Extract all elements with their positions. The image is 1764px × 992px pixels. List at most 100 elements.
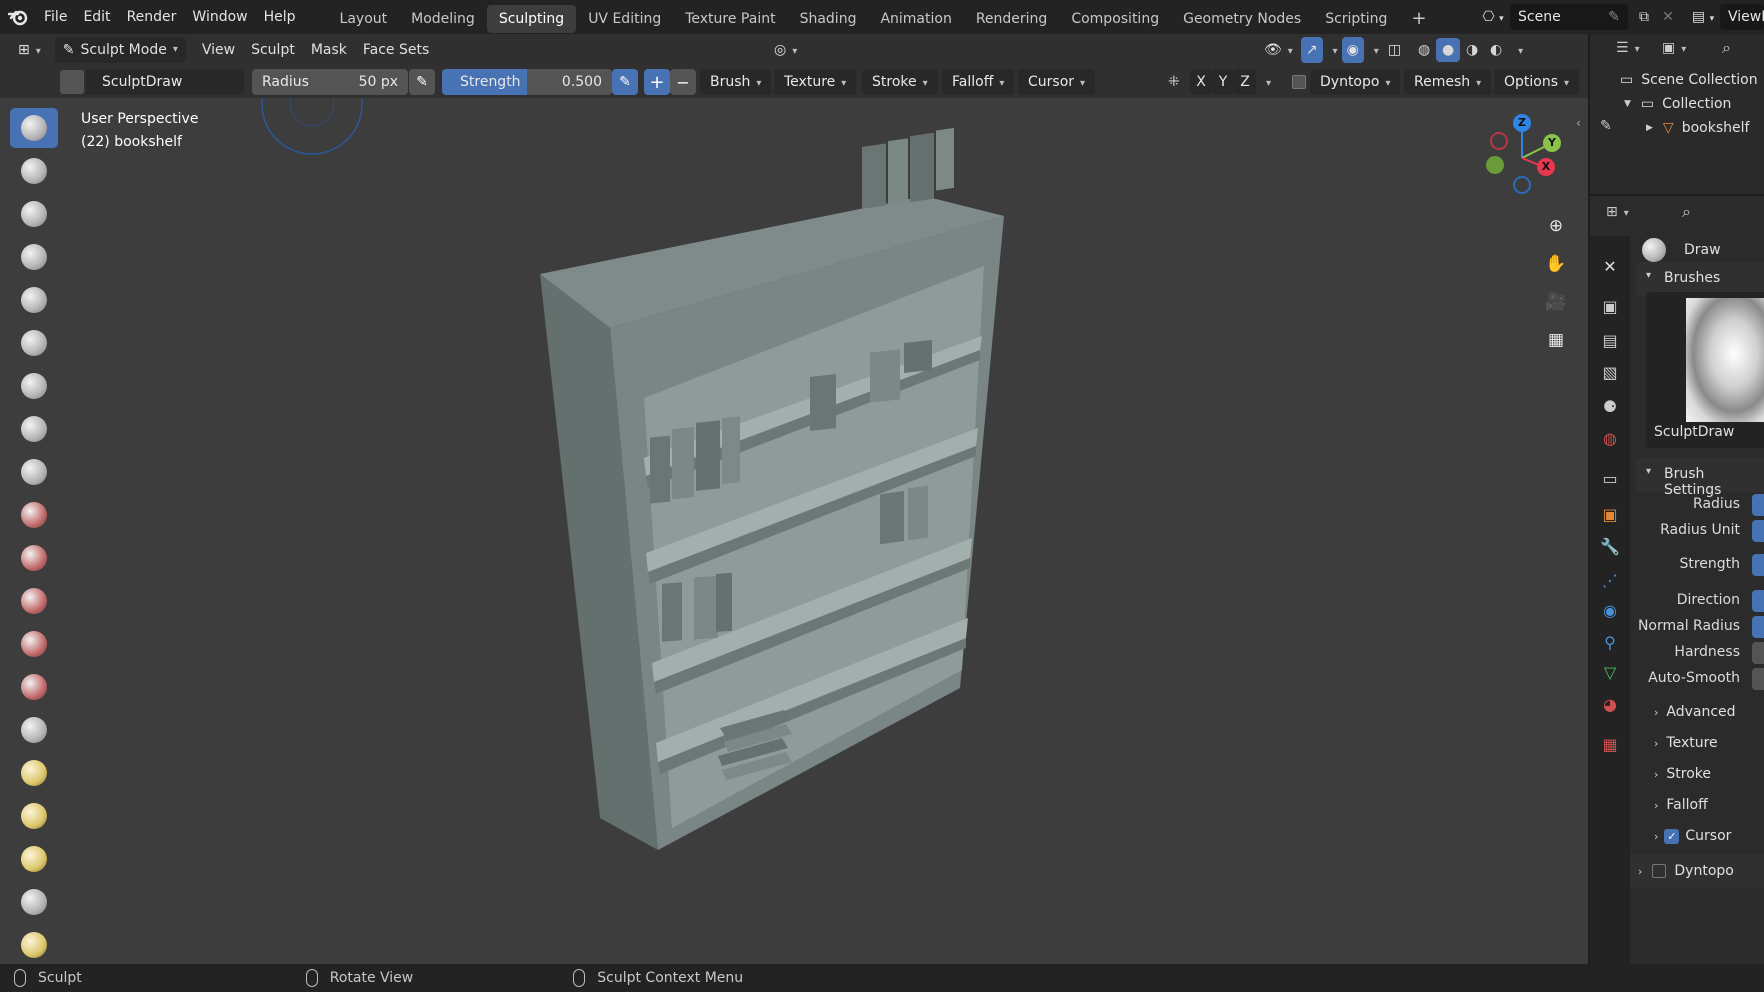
tab-sculpting[interactable]: Sculpting <box>486 5 577 33</box>
modifier-tab-icon[interactable]: 🔧 <box>1598 534 1622 558</box>
menu-help[interactable]: Help <box>256 0 304 34</box>
symmetry-z-toggle[interactable]: Z <box>1234 69 1256 95</box>
tool-draw[interactable] <box>10 108 58 148</box>
gizmo-neg-z-axis[interactable] <box>1513 176 1531 194</box>
blender-logo-icon[interactable] <box>0 8 36 26</box>
tool-flatten[interactable] <box>10 538 58 578</box>
subpanel-falloff[interactable]: › Falloff <box>1654 797 1708 813</box>
material-tab-icon[interactable]: ◕ <box>1598 692 1622 716</box>
options-dropdown[interactable]: Options ▾ <box>1494 69 1580 95</box>
delete-scene-icon[interactable]: ✕ <box>1656 9 1680 25</box>
object-expand-icon[interactable]: ▶ <box>1646 116 1653 140</box>
brushes-panel-header[interactable]: ▾ Brushes <box>1636 262 1764 296</box>
navigation-gizmo[interactable]: Z Y X <box>1470 110 1570 210</box>
brush-name-field[interactable]: SculptDraw <box>86 69 244 95</box>
subpanel-advanced[interactable]: › Advanced <box>1654 704 1736 720</box>
setting-radius-field[interactable] <box>1752 494 1764 516</box>
symmetry-icon[interactable]: ⁜ <box>1168 74 1180 90</box>
radius-field[interactable]: Radius 50 px <box>252 69 408 95</box>
outliner-collection[interactable]: ▼ ▭ Collection <box>1624 92 1731 116</box>
tab-texture-paint[interactable]: Texture Paint <box>673 5 787 33</box>
outliner-display-icon[interactable]: ▣ ▾ <box>1662 40 1686 56</box>
menu-mask[interactable]: Mask <box>303 37 355 63</box>
outliner-search-icon[interactable]: ⌕ <box>1722 38 1731 58</box>
symmetry-y-toggle[interactable]: Y <box>1212 69 1234 95</box>
shading-dropdown-icon[interactable]: ▾ <box>1508 37 1527 63</box>
tool-pose[interactable] <box>10 925 58 965</box>
tool-blob[interactable] <box>10 409 58 449</box>
falloff-dropdown[interactable]: Falloff ▾ <box>942 69 1015 95</box>
setting-radius-unit-field[interactable] <box>1752 520 1764 542</box>
collection-expand-icon[interactable]: ▼ <box>1624 92 1631 116</box>
add-workspace-button[interactable]: + <box>1399 5 1438 33</box>
brush-dropdown[interactable]: Brush ▾ <box>700 69 772 95</box>
setting-strength-field[interactable] <box>1752 554 1764 576</box>
symmetry-dropdown-icon[interactable]: ▾ <box>1256 69 1275 95</box>
shading-rendered-icon[interactable]: ◐ <box>1484 38 1508 62</box>
brush-icon[interactable] <box>60 70 84 94</box>
view-layer-field[interactable]: ViewLa <box>1720 4 1764 30</box>
menu-window[interactable]: Window <box>184 0 255 34</box>
tab-shading[interactable]: Shading <box>788 5 869 33</box>
setting-hardness-field[interactable] <box>1752 642 1764 664</box>
tool-crease[interactable] <box>10 452 58 492</box>
setting-auto-smooth-field[interactable] <box>1752 668 1764 690</box>
zoom-icon[interactable]: ⊕ <box>1540 210 1572 242</box>
tab-animation[interactable]: Animation <box>868 5 963 33</box>
dyntopo-dropdown[interactable]: Dyntopo ▾ <box>1310 69 1401 95</box>
tool-clay[interactable] <box>10 194 58 234</box>
gizmo-z-axis[interactable]: Z <box>1513 114 1531 132</box>
data-tab-icon[interactable]: ▽ <box>1598 660 1622 684</box>
gizmo-dropdown-icon[interactable]: ▾ <box>1323 37 1342 63</box>
world-tab-icon[interactable]: ◍ <box>1598 426 1622 450</box>
tool-smooth[interactable] <box>10 495 58 535</box>
shading-material-icon[interactable]: ◑ <box>1460 38 1484 62</box>
scene-icon[interactable]: ⎔ ▾ <box>1476 9 1510 25</box>
gizmo-toggle-icon[interactable]: ↗ <box>1300 37 1323 63</box>
tab-geometry-nodes[interactable]: Geometry Nodes <box>1171 5 1313 33</box>
visibility-icon[interactable]: 👁 ▾ <box>1256 37 1301 63</box>
view-layer-icon[interactable]: ▤ ▾ <box>1686 9 1720 25</box>
new-scene-icon[interactable]: ⧉ <box>1632 9 1656 25</box>
strength-field[interactable]: Strength 0.500 <box>442 69 612 95</box>
tab-modeling[interactable]: Modeling <box>399 5 487 33</box>
editor-type-icon[interactable]: ⊞ ▾ <box>10 37 49 63</box>
dyntopo-checkbox[interactable] <box>1292 75 1306 89</box>
subpanel-stroke[interactable]: › Stroke <box>1654 766 1711 782</box>
menu-render[interactable]: Render <box>119 0 185 34</box>
tool-grab[interactable] <box>10 753 58 793</box>
tab-layout[interactable]: Layout <box>328 5 400 33</box>
tool-tab-icon[interactable]: ✕ <box>1598 254 1622 278</box>
outliner-editor-icon[interactable]: ☰ ▾ <box>1616 40 1640 56</box>
tool-thumb[interactable] <box>10 882 58 922</box>
strength-pressure-icon[interactable]: ✎ <box>612 69 638 95</box>
remesh-dropdown[interactable]: Remesh ▾ <box>1404 69 1492 95</box>
subpanel-texture[interactable]: › Texture <box>1654 735 1718 751</box>
tool-layer[interactable] <box>10 323 58 363</box>
properties-editor-icon[interactable]: ⊞ ▾ <box>1606 204 1629 220</box>
view-layer-tab-icon[interactable]: ▧ <box>1598 360 1622 384</box>
tab-compositing[interactable]: Compositing <box>1059 5 1171 33</box>
physics-tab-icon[interactable]: ◉ <box>1598 598 1622 622</box>
setting-direction-field[interactable] <box>1752 590 1764 612</box>
tab-rendering[interactable]: Rendering <box>964 5 1060 33</box>
gizmo-neg-y-axis[interactable] <box>1486 156 1504 174</box>
tool-scrape[interactable] <box>10 624 58 664</box>
transform-orientation-icon[interactable]: ◎ ▾ <box>766 37 805 63</box>
stroke-dropdown[interactable]: Stroke ▾ <box>862 69 938 95</box>
menu-face-sets[interactable]: Face Sets <box>355 37 437 63</box>
tool-pinch[interactable] <box>10 710 58 750</box>
pan-hand-icon[interactable]: ✋ <box>1540 248 1572 280</box>
camera-view-icon[interactable]: 🎥 <box>1540 286 1572 318</box>
menu-view[interactable]: View <box>194 37 243 63</box>
subpanel-cursor[interactable]: › ✓ Cursor <box>1654 828 1731 844</box>
brush-preview[interactable]: SculptDraw <box>1646 292 1764 448</box>
render-tab-icon[interactable]: ▣ <box>1598 294 1622 318</box>
tool-snake-hook[interactable] <box>10 839 58 879</box>
gizmo-x-axis[interactable]: X <box>1537 158 1555 176</box>
output-tab-icon[interactable]: ▤ <box>1598 328 1622 352</box>
overlays-dropdown-icon[interactable]: ▾ <box>1364 37 1383 63</box>
tab-uv-editing[interactable]: UV Editing <box>576 5 673 33</box>
radius-pressure-icon[interactable]: ✎ <box>409 69 435 95</box>
perspective-grid-icon[interactable]: ▦ <box>1540 324 1572 356</box>
